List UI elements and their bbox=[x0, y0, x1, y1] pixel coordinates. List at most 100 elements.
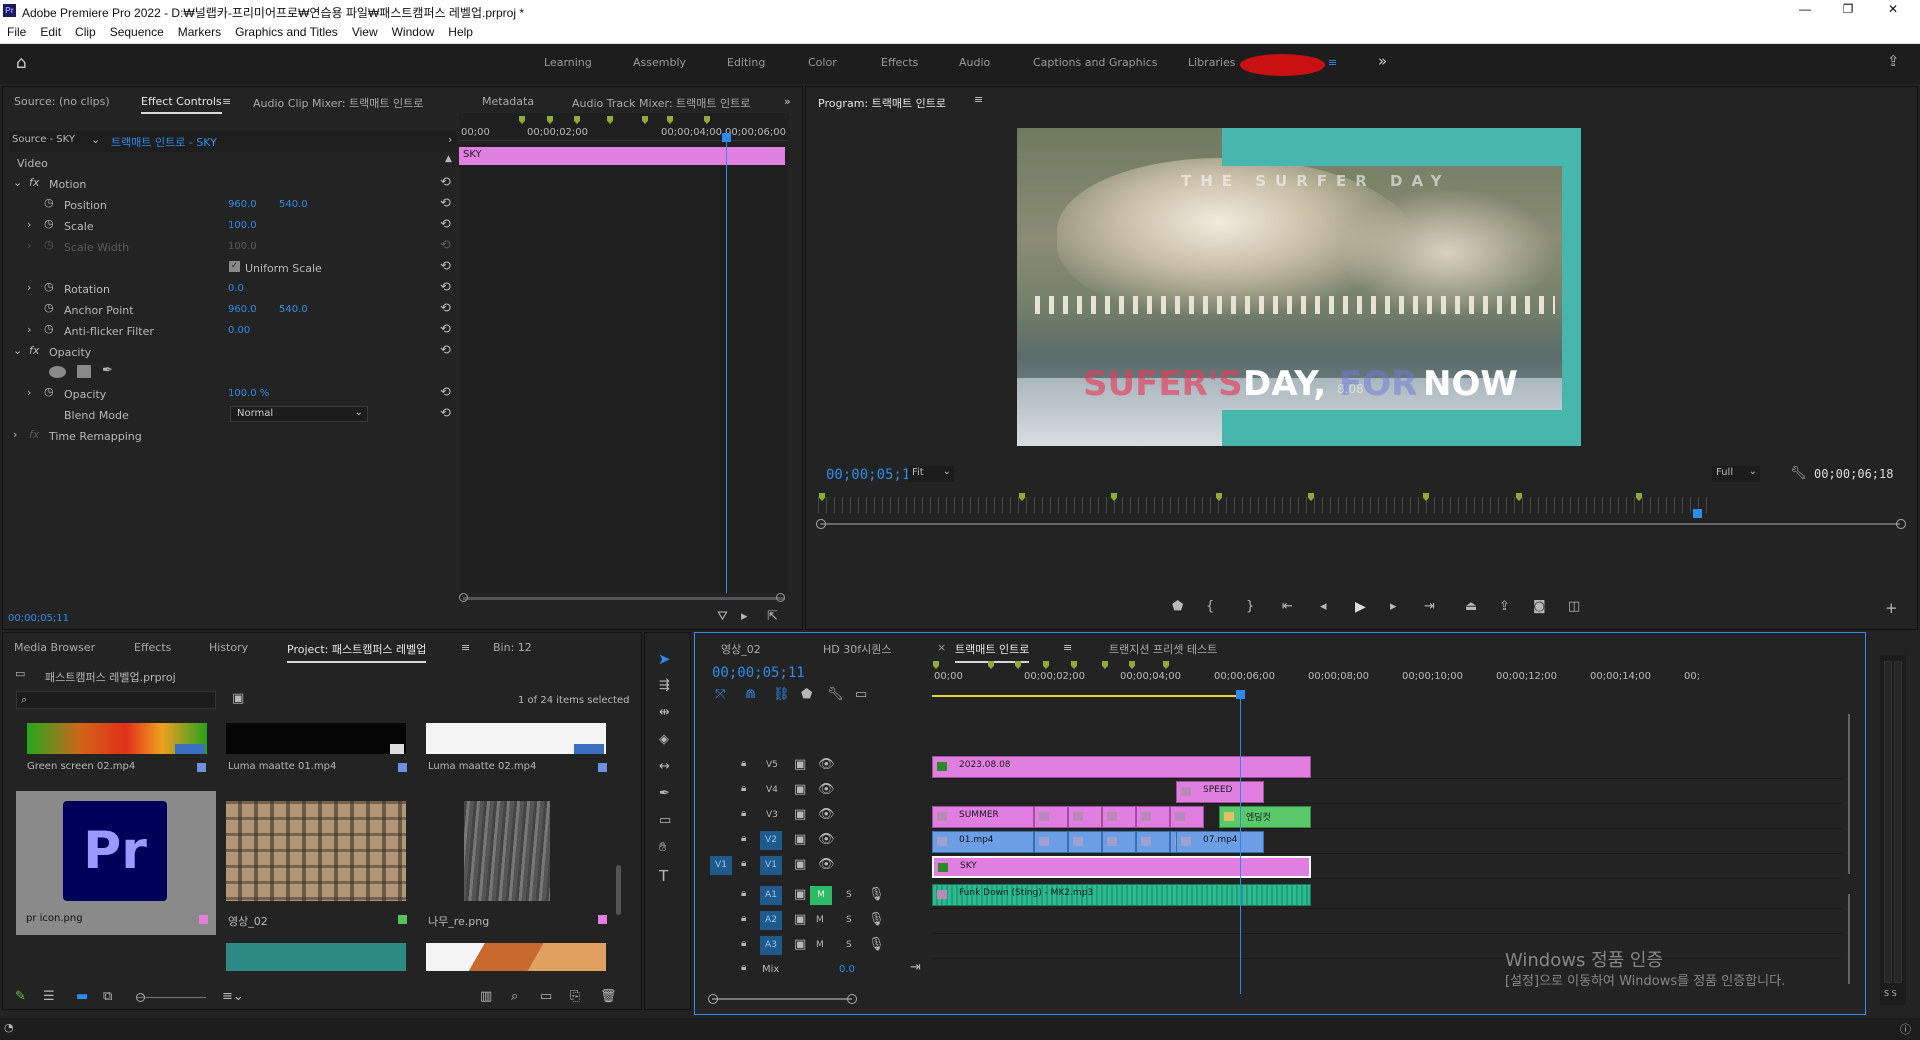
menu-sequence[interactable]: Sequence bbox=[103, 22, 171, 39]
clip-v5[interactable]: 2023.08.08 bbox=[932, 756, 1311, 778]
program-menu-icon[interactable]: ≡ bbox=[974, 93, 983, 106]
marker[interactable] bbox=[1015, 661, 1021, 669]
sync-lock-icon[interactable]: ▣ bbox=[794, 782, 806, 797]
more-tabs-icon[interactable]: » bbox=[784, 95, 791, 108]
clip-v3[interactable] bbox=[1136, 806, 1170, 828]
home-icon[interactable]: ⌂ bbox=[16, 53, 27, 73]
go-to-in-icon[interactable]: ⇤ bbox=[1282, 599, 1293, 614]
trash-icon[interactable]: 🗑︎ bbox=[600, 989, 617, 1004]
project-search-input[interactable]: ⌕ bbox=[16, 691, 216, 709]
expand-icon[interactable]: › bbox=[27, 281, 31, 294]
clip-a1-audio[interactable]: Funk Down (Sting) - MK2.mp3 bbox=[932, 884, 1311, 906]
tab-audio-track-mixer[interactable]: Audio Track Mixer: 트랙매트 인트로 bbox=[572, 95, 750, 111]
project-item[interactable]: 영상_02 bbox=[218, 791, 414, 935]
tab-sequence-4[interactable]: 트랜지션 프리셋 테스트 bbox=[1109, 641, 1217, 657]
tab-metadata[interactable]: Metadata bbox=[482, 95, 534, 108]
expand-icon[interactable]: › bbox=[27, 239, 31, 252]
mix-value[interactable]: 0.0 bbox=[839, 964, 855, 975]
expand-icon[interactable]: › bbox=[13, 428, 17, 441]
lock-icon[interactable]: 🔒︎ bbox=[741, 808, 746, 819]
time-remapping-row[interactable]: › fx Time Remapping bbox=[9, 425, 457, 446]
thumbnail-partial[interactable] bbox=[426, 943, 606, 971]
tab-history[interactable]: History bbox=[209, 641, 248, 654]
track-label[interactable]: V1 bbox=[760, 856, 782, 875]
microphone-icon[interactable]: 🎙︎ bbox=[868, 912, 885, 927]
effect-timeline-scrollbar[interactable] bbox=[463, 597, 785, 600]
mute-button[interactable]: M bbox=[816, 915, 824, 925]
opacity-group-row[interactable]: ⌄ fx Opacity ⟲ bbox=[9, 341, 457, 362]
clip-v1-sky[interactable]: SKY bbox=[932, 856, 1311, 878]
fit-select[interactable]: Fit ⌄ bbox=[908, 466, 954, 482]
microphone-icon[interactable]: 🎙︎ bbox=[868, 887, 885, 902]
solo-button[interactable]: S bbox=[846, 890, 852, 900]
pen-mask-icon[interactable]: ✒ bbox=[102, 363, 113, 378]
close-button[interactable]: ✕ bbox=[1883, 2, 1903, 16]
clip-v3-summer[interactable]: SUMMER bbox=[932, 806, 1034, 828]
expand-icon[interactable]: ⌄ bbox=[13, 176, 22, 189]
timeline-h-scrollbar[interactable] bbox=[712, 998, 852, 1000]
freeform-view-icon[interactable]: ⧉ bbox=[103, 989, 112, 1004]
sort-icon[interactable]: ≡⌄ bbox=[222, 989, 244, 1004]
timeline-menu-icon[interactable]: ≡ bbox=[1063, 641, 1072, 654]
ripple-edit-tool-icon[interactable]: ⇹ bbox=[659, 705, 670, 720]
timeline-playhead-handle[interactable] bbox=[1236, 690, 1245, 699]
clip-v2[interactable] bbox=[1136, 831, 1170, 853]
icon-view-icon[interactable]: ▬ bbox=[76, 989, 88, 1004]
workspace-audio[interactable]: Audio bbox=[959, 56, 990, 69]
scroll-handle-right[interactable] bbox=[847, 994, 857, 1004]
tab-sequence-1[interactable]: 영상_02 bbox=[721, 641, 761, 657]
lock-icon[interactable]: 🔒︎ bbox=[741, 888, 746, 899]
motion-row[interactable]: ⌄ fx Motion ⟲ bbox=[9, 173, 457, 194]
reset-icon[interactable]: ⟲ bbox=[440, 196, 451, 211]
marker[interactable] bbox=[1043, 661, 1049, 669]
reset-icon[interactable]: ⟲ bbox=[440, 175, 451, 190]
add-marker-icon[interactable]: ⬟ bbox=[1172, 599, 1183, 614]
anchor-x-value[interactable]: 960.0 bbox=[228, 304, 257, 315]
expand-icon[interactable]: › bbox=[27, 386, 31, 399]
settings-wrench-icon[interactable]: 🔧︎ bbox=[1790, 466, 1807, 481]
sequence-clip-link[interactable]: 트랙매트 인트로 - SKY bbox=[111, 134, 217, 150]
stopwatch-icon[interactable]: ◷ bbox=[44, 301, 54, 314]
stopwatch-icon[interactable]: ◷ bbox=[44, 280, 54, 293]
scroll-up-icon[interactable]: ▲ bbox=[445, 154, 452, 164]
pen-tool-icon[interactable]: ✒ bbox=[659, 786, 670, 801]
timeline-timecode[interactable]: 00;00;05;11 bbox=[712, 665, 805, 681]
scale-value[interactable]: 100.0 bbox=[228, 220, 257, 231]
zoom-slider-handle[interactable] bbox=[136, 993, 145, 1002]
program-playhead[interactable] bbox=[1693, 509, 1702, 518]
menu-markers[interactable]: Markers bbox=[171, 22, 228, 39]
microphone-icon[interactable]: 🎙︎ bbox=[868, 937, 885, 952]
new-bin-from-search-icon[interactable]: ▣ bbox=[232, 691, 244, 706]
extract-icon[interactable]: ⇪ bbox=[1499, 599, 1510, 614]
lock-icon[interactable]: 🔒︎ bbox=[741, 858, 746, 869]
stopwatch-icon[interactable]: ◷ bbox=[44, 196, 54, 209]
reset-icon[interactable]: ⟲ bbox=[440, 280, 451, 295]
stopwatch-icon[interactable]: ◷ bbox=[44, 217, 54, 230]
reset-icon[interactable]: ⟲ bbox=[440, 322, 451, 337]
track-select-tool-icon[interactable]: ⇶ bbox=[659, 678, 670, 693]
menu-file[interactable]: File bbox=[0, 22, 33, 39]
solo-button[interactable]: S bbox=[846, 940, 852, 950]
rotation-value[interactable]: 0.0 bbox=[228, 283, 244, 294]
sync-lock-icon[interactable]: ▣ bbox=[794, 832, 806, 847]
program-ruler[interactable] bbox=[818, 497, 1708, 513]
track-label[interactable]: V4 bbox=[766, 785, 778, 795]
expand-icon[interactable]: ⌄ bbox=[13, 344, 22, 357]
menu-edit[interactable]: Edit bbox=[33, 22, 68, 39]
marker[interactable] bbox=[607, 116, 613, 124]
fx-badge[interactable]: fx bbox=[29, 176, 39, 189]
track-label[interactable]: V5 bbox=[766, 760, 778, 770]
mini-playhead-handle[interactable] bbox=[722, 133, 731, 142]
tab-media-browser[interactable]: Media Browser bbox=[14, 641, 95, 654]
sync-lock-icon[interactable]: ▣ bbox=[794, 912, 806, 927]
menu-window[interactable]: Window bbox=[385, 22, 442, 39]
antiflicker-value[interactable]: 0.00 bbox=[228, 325, 250, 336]
snap-icon[interactable]: ⋒ bbox=[745, 687, 756, 702]
scroll-handle-left[interactable] bbox=[459, 593, 468, 602]
marker[interactable] bbox=[1102, 661, 1108, 669]
mute-button[interactable]: M bbox=[816, 940, 824, 950]
reset-icon[interactable]: ⟲ bbox=[440, 385, 451, 400]
track-label[interactable]: A1 bbox=[760, 886, 782, 905]
minimize-button[interactable]: — bbox=[1795, 2, 1815, 16]
comparison-view-icon[interactable]: ◫ bbox=[1568, 599, 1580, 614]
